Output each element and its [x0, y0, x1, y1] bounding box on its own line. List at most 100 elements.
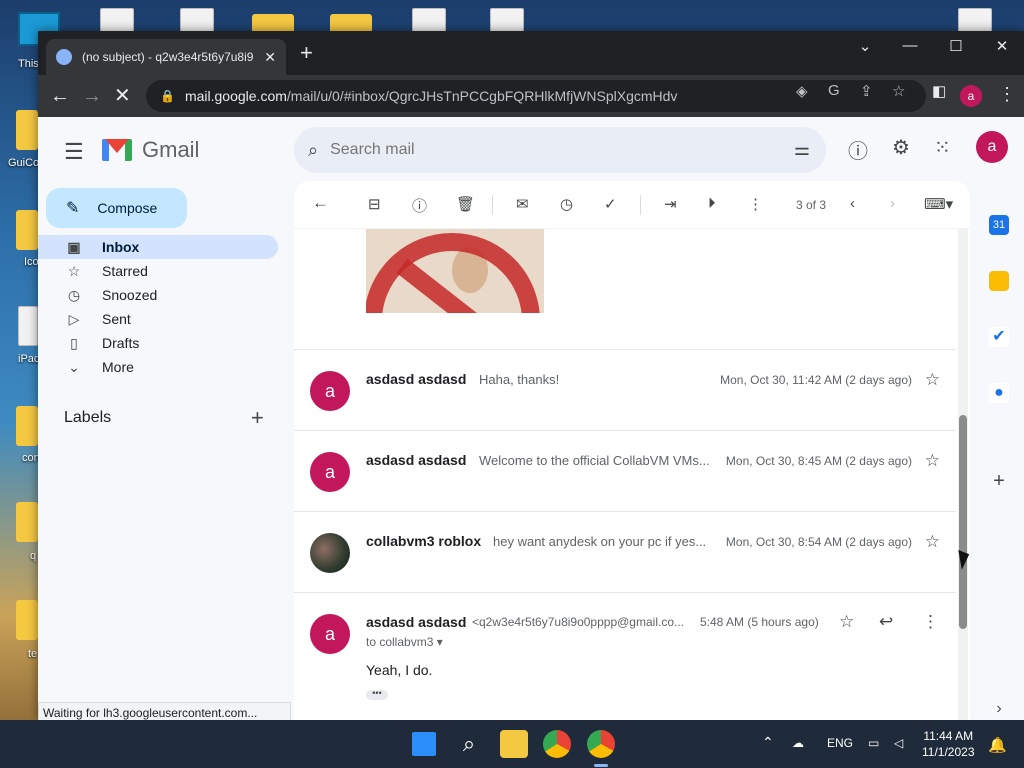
side-panel-icon[interactable]: ◧	[932, 82, 946, 100]
account-avatar[interactable]: a	[976, 131, 1008, 163]
message-snippet: Haha, thanks!	[479, 372, 560, 387]
keep-icon[interactable]	[989, 271, 1009, 291]
recipients-line[interactable]: to collabvm3 ▾	[366, 635, 443, 649]
new-tab-button[interactable]: +	[300, 42, 313, 64]
search-icon[interactable]: ⌕	[455, 730, 483, 758]
sidebar-item-snoozed[interactable]: ◷ Snoozed	[38, 283, 278, 307]
report-spam-icon[interactable]: ⓘ	[412, 195, 427, 216]
gmail-m-icon	[102, 139, 132, 161]
profile-avatar[interactable]: a	[960, 85, 982, 107]
search-options-icon[interactable]: ⚌	[794, 139, 810, 160]
back-button[interactable]: ←	[50, 84, 70, 108]
sender-name: asdasd asdasd	[366, 371, 467, 387]
move-to-icon[interactable]: ⇥	[664, 195, 677, 213]
sidebar-item-starred[interactable]: ☆ Starred	[38, 259, 278, 283]
tasks-icon[interactable]: ✔	[989, 327, 1009, 347]
browser-tab[interactable]: (no subject) - q2w3e4r5t6y7u8i9 ✕	[46, 39, 286, 75]
gmail-logo[interactable]: Gmail	[102, 137, 199, 163]
add-to-tasks-icon[interactable]: ✓	[604, 195, 617, 213]
more-vert-icon[interactable]: ⋮	[922, 612, 939, 632]
sender-avatar: a	[310, 371, 350, 411]
file-explorer-icon[interactable]	[500, 730, 528, 758]
show-trimmed-content-button[interactable]: •••	[366, 689, 388, 700]
more-vert-icon[interactable]: ⋮	[748, 195, 763, 213]
close-window-button[interactable]: ✕	[979, 37, 1024, 55]
newer-chevron-icon[interactable]: ‹	[850, 195, 855, 212]
expand-panel-icon[interactable]: ›	[989, 699, 1009, 719]
close-tab-icon[interactable]: ✕	[264, 49, 276, 66]
blocked-image-preview[interactable]	[366, 229, 544, 313]
chevron-up-icon[interactable]: ⌃	[762, 734, 774, 751]
reply-icon[interactable]: ↩	[879, 612, 893, 632]
collapsed-message[interactable]: a asdasd asdasd Welcome to the official …	[294, 430, 956, 511]
language-indicator[interactable]: ENG	[827, 736, 853, 750]
browser-menu-icon[interactable]: ⋮	[998, 84, 1016, 105]
address-bar[interactable]: 🔒 mail.google.com/mail/u/0/#inbox/QgrcJH…	[146, 80, 926, 112]
desktop-icon-file[interactable]	[18, 306, 38, 346]
tab-strip: (no subject) - q2w3e4r5t6y7u8i9 ✕ + ⌄ — …	[38, 31, 1024, 75]
minimize-button[interactable]: —	[887, 37, 933, 54]
share-icon[interactable]: ⇪	[860, 82, 873, 100]
bookmark-star-icon[interactable]: ☆	[892, 82, 905, 100]
get-addons-icon[interactable]: +	[989, 471, 1009, 491]
volume-muted-icon[interactable]: ◁	[894, 736, 903, 750]
google-lens-icon[interactable]: G	[828, 82, 840, 99]
apps-grid-icon[interactable]: ⁙	[934, 135, 951, 160]
desktop-icon-folder[interactable]	[16, 502, 38, 542]
collapsed-message[interactable]: a asdasd asdasd Haha, thanks! Mon, Oct 3…	[294, 349, 956, 430]
desktop-icon-folder[interactable]	[16, 210, 38, 250]
star-icon[interactable]: ☆	[839, 612, 854, 632]
toolbar-divider	[492, 195, 493, 215]
forward-button[interactable]: →	[82, 84, 102, 108]
desktop-icon-folder[interactable]	[16, 110, 38, 150]
message-date: Mon, Oct 30, 11:42 AM (2 days ago)	[720, 373, 912, 387]
chrome-icon[interactable]	[543, 730, 571, 758]
desktop-icon-folder[interactable]	[16, 600, 38, 640]
notification-bell-icon[interactable]: 🔔	[988, 736, 1007, 754]
clock-icon: ◷	[67, 286, 81, 303]
help-icon[interactable]: ⓘ	[848, 135, 868, 164]
tab-search-icon[interactable]: ⌄	[842, 37, 888, 55]
network-icon[interactable]: ▭	[868, 736, 879, 750]
star-icon[interactable]: ☆	[925, 370, 940, 390]
clock-date: 11/1/2023	[922, 745, 975, 759]
system-clock[interactable]: 11:44 AM 11/1/2023	[922, 728, 975, 760]
contacts-icon[interactable]: ●	[989, 383, 1009, 403]
star-icon[interactable]: ☆	[925, 451, 940, 471]
scrollbar-thumb[interactable]	[959, 415, 967, 629]
start-windows-icon[interactable]	[412, 732, 436, 756]
desktop-icon-folder[interactable]	[16, 406, 38, 446]
extension-icon[interactable]: ◈	[796, 82, 808, 100]
older-chevron-icon[interactable]: ›	[890, 195, 895, 212]
sidebar-item-sent[interactable]: ▷ Sent	[38, 307, 278, 331]
compose-button[interactable]: ✎ Compose	[46, 188, 187, 228]
calendar-icon[interactable]: 31	[989, 215, 1009, 235]
stop-loading-button[interactable]: ✕	[114, 84, 131, 108]
onedrive-offline-icon[interactable]: ☁	[792, 736, 804, 750]
sidebar-item-drafts[interactable]: ▯ Drafts	[38, 331, 278, 355]
create-label-icon[interactable]: +	[251, 405, 264, 431]
search-icon[interactable]: ⌕	[308, 140, 318, 161]
label-icon[interactable]: ⏵	[708, 195, 716, 212]
star-icon[interactable]: ☆	[925, 532, 940, 552]
settings-gear-icon[interactable]: ⚙	[892, 135, 910, 160]
url-text: mail.google.com/mail/u/0/#inbox/QgrcJHsT…	[185, 88, 677, 104]
sidebar-item-inbox[interactable]: ▣ Inbox	[38, 235, 278, 259]
lock-icon[interactable]: 🔒	[160, 89, 175, 103]
desktop-label: This	[18, 58, 39, 70]
sender-name[interactable]: asdasd asdasd	[366, 614, 466, 630]
collapsed-message[interactable]: collabvm3 roblox hey want anydesk on you…	[294, 511, 956, 592]
snooze-icon[interactable]: ◷	[560, 195, 573, 213]
delete-icon[interactable]: 🗑	[456, 195, 475, 213]
main-menu-icon[interactable]: ☰	[64, 139, 84, 165]
input-tools-icon[interactable]: ⌨▾	[924, 195, 953, 213]
back-to-inbox-icon[interactable]: ←	[312, 193, 329, 213]
mark-unread-icon[interactable]: ✉	[516, 195, 529, 213]
thread-scrollbar[interactable]	[958, 229, 968, 720]
desktop-label: te	[28, 648, 38, 660]
sidebar-item-more[interactable]: ⌄ More	[38, 355, 278, 379]
maximize-button[interactable]: ☐	[933, 37, 979, 55]
archive-icon[interactable]: ⊟	[368, 195, 381, 213]
chrome-active-icon[interactable]	[587, 730, 615, 758]
search-input[interactable]	[330, 141, 751, 159]
